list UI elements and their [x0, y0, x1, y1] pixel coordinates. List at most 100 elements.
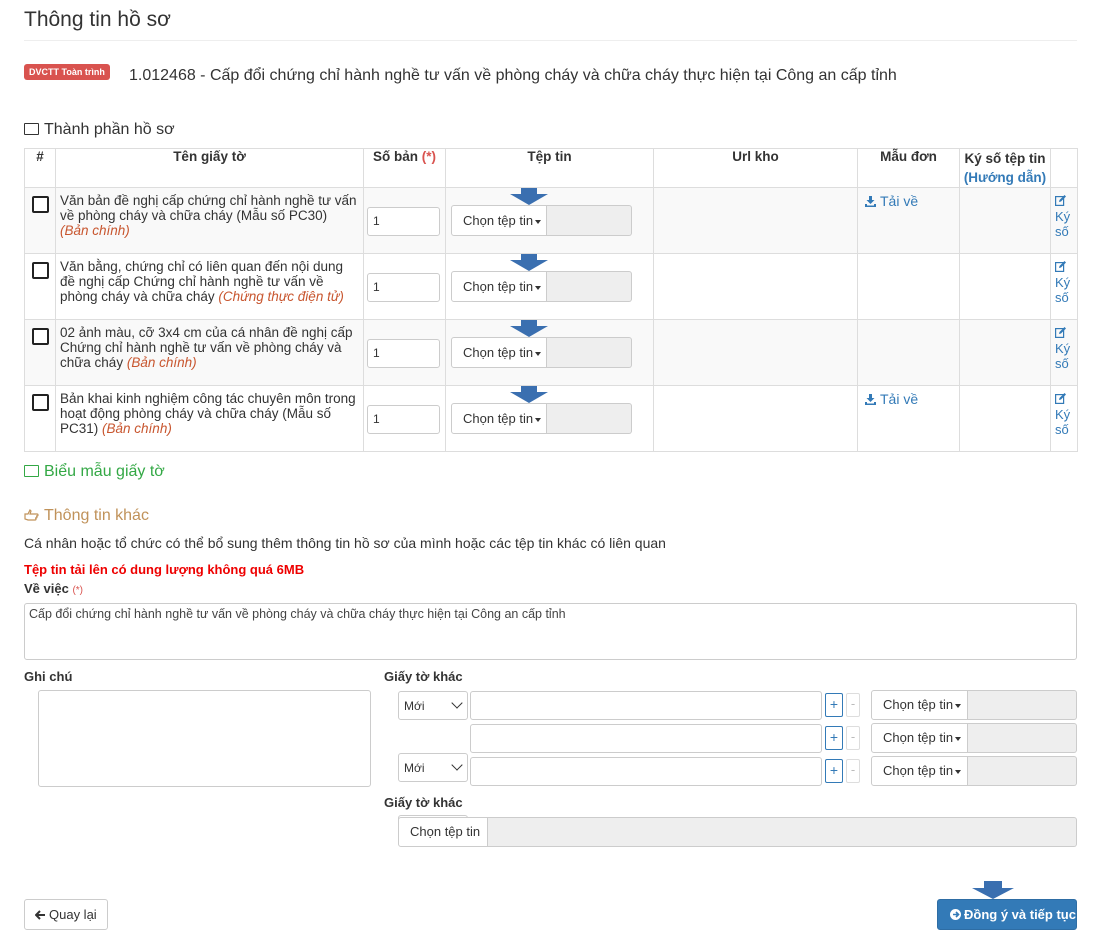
sign-status-cell [959, 385, 1051, 452]
doc-status-value: Mới [404, 761, 425, 775]
subject-textarea[interactable]: Cấp đổi chứng chỉ hành nghề tư vấn về ph… [24, 603, 1077, 660]
row-checkbox[interactable] [31, 196, 49, 213]
continue-button[interactable]: Đồng ý và tiếp tục [937, 899, 1077, 930]
template-cell [857, 319, 960, 386]
choose-file-button[interactable]: Chọn tệp tin [871, 723, 968, 753]
doc-status-select[interactable]: Mới [398, 753, 468, 782]
file-name-field [968, 756, 1077, 786]
file-chooser: Chọn tệp tin [871, 723, 1077, 753]
sign-link[interactable]: Ký số [1055, 194, 1075, 239]
other-docs-label: Giấy tờ khác [384, 669, 463, 684]
copies-cell: 1 [363, 319, 446, 386]
row-checkbox[interactable] [31, 328, 49, 345]
arrow-left-icon [34, 910, 45, 920]
templates-heading-text: Biểu mẫu giấy tờ [44, 463, 165, 480]
sign-cell: Ký số [1050, 385, 1078, 452]
doc-type: (Bản chính) [126, 355, 197, 370]
sign-link[interactable]: Ký số [1055, 260, 1075, 305]
sign-guide-link[interactable]: (Hướng dẫn) [964, 170, 1046, 185]
sign-link[interactable]: Ký số [1055, 326, 1075, 371]
copies-cell: 1 [363, 253, 446, 320]
sign-link[interactable]: Ký số [1055, 392, 1075, 437]
url-cell [653, 319, 858, 386]
col-url: Url kho [653, 148, 858, 188]
copies-cell: 1 [363, 385, 446, 452]
row-checkbox[interactable] [31, 262, 49, 279]
download-icon [865, 196, 876, 207]
file-name-field [968, 690, 1077, 720]
remove-row-button[interactable]: - [846, 759, 860, 783]
file-name-field [968, 723, 1077, 753]
notes-textarea[interactable] [38, 690, 371, 787]
other-docs2-file-chooser: Chọn tệp tin [398, 817, 1077, 847]
choose-file-button[interactable]: Chọn tệp tin [451, 403, 547, 434]
other-doc-name-input[interactable] [470, 757, 822, 786]
col-sign-text: Ký số tệp tin [964, 151, 1046, 166]
add-row-button[interactable]: + [825, 726, 843, 750]
download-link[interactable]: Tải về [865, 193, 959, 209]
row-checkbox[interactable] [31, 394, 49, 411]
arrow-down-icon [510, 386, 548, 403]
chevron-down-icon [451, 759, 463, 771]
arrow-down-icon [510, 320, 548, 337]
caret-down-icon [535, 219, 542, 224]
choose-file-label: Chọn tệp tin [463, 279, 534, 294]
col-name: Tên giấy tờ [55, 148, 364, 188]
add-row-button[interactable]: + [825, 759, 843, 783]
file-cell: Chọn tệp tin [445, 253, 654, 320]
choose-file-button[interactable]: Chọn tệp tin [398, 817, 488, 847]
caret-down-icon [535, 417, 542, 422]
hand-point-icon [24, 508, 39, 521]
required-mark: (*) [421, 149, 437, 164]
copies-input[interactable]: 1 [367, 273, 440, 302]
arrow-down-icon [510, 254, 548, 271]
template-cell [857, 253, 960, 320]
copies-input[interactable]: 1 [367, 339, 440, 368]
copies-input[interactable]: 1 [367, 405, 440, 434]
arrow-right-circle-icon [950, 909, 961, 920]
remove-row-button[interactable]: - [846, 726, 860, 750]
back-button-label: Quay lại [49, 907, 97, 922]
remove-row-button[interactable]: - [846, 693, 860, 717]
choose-file-button[interactable]: Chọn tệp tin [451, 271, 547, 302]
edit-icon [1055, 195, 1066, 206]
doc-name-cell: Văn bằng, chứng chỉ có liên quan đến nội… [55, 253, 364, 320]
procedure-title: 1.012468 - Cấp đổi chứng chỉ hành nghề t… [129, 67, 897, 84]
other-doc-name-input[interactable] [470, 691, 822, 720]
table-row: Văn bằng, chứng chỉ có liên quan đến nội… [24, 253, 1078, 320]
sign-label: Ký số [1055, 341, 1071, 371]
templates-heading[interactable]: Biểu mẫu giấy tờ [24, 463, 165, 481]
edit-icon [1055, 393, 1066, 404]
file-chooser: Chọn tệp tin [451, 205, 632, 236]
doc-name-cell: 02 ảnh màu, cỡ 3x4 cm của cá nhân đề ngh… [55, 319, 364, 386]
choose-file-button[interactable]: Chọn tệp tin [871, 756, 968, 786]
doc-status-select[interactable]: Mới [398, 691, 468, 720]
subject-label-text: Về việc [24, 581, 69, 596]
required-mark: (*) [72, 585, 84, 596]
col-copies-text: Số bản [372, 149, 418, 164]
col-file: Tệp tin [445, 148, 654, 188]
choose-file-button[interactable]: Chọn tệp tin [451, 205, 547, 236]
folder-icon [24, 123, 39, 135]
choose-file-button[interactable]: Chọn tệp tin [451, 337, 547, 368]
file-name-field [547, 403, 632, 434]
doc-type: (Chứng thực điện tử) [218, 289, 344, 304]
add-row-button[interactable]: + [825, 693, 843, 717]
caret-down-icon [535, 351, 542, 356]
other-info-heading: Thông tin khác [24, 507, 149, 525]
notes-label: Ghi chú [24, 669, 73, 684]
other-info-heading-text: Thông tin khác [44, 507, 149, 524]
col-index: # [24, 148, 56, 188]
status-badge: DVCTT Toàn trình [24, 64, 110, 80]
back-button[interactable]: Quay lại [24, 899, 108, 930]
other-doc-name-input[interactable] [470, 724, 822, 753]
chevron-down-icon [451, 697, 463, 709]
edit-icon [1055, 327, 1066, 338]
copies-input[interactable]: 1 [367, 207, 440, 236]
row-select-cell [24, 319, 56, 386]
download-link[interactable]: Tải về [865, 391, 959, 407]
caret-down-icon [955, 769, 962, 774]
arrow-down-icon [972, 881, 1014, 899]
col-copies: Số bản (*) [363, 148, 446, 188]
choose-file-button[interactable]: Chọn tệp tin [871, 690, 968, 720]
